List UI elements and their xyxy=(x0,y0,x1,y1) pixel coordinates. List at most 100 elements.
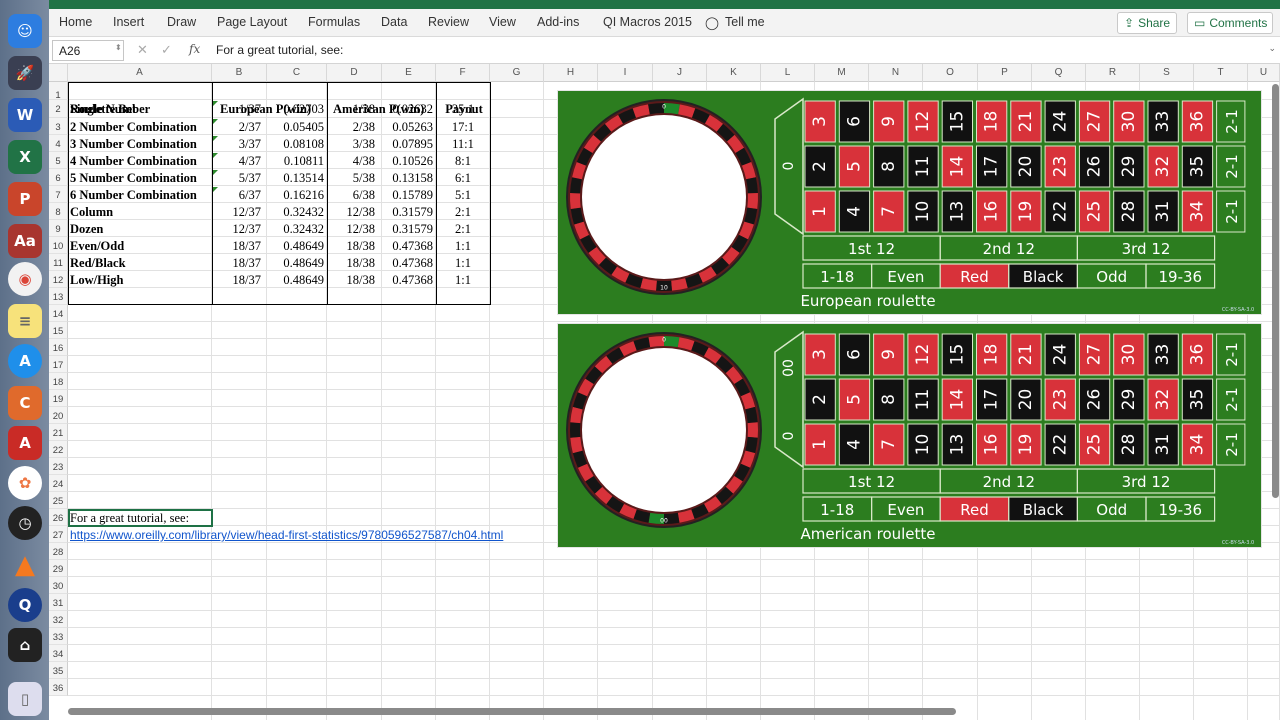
hyperlink-a27[interactable]: https://www.oreilly.com/library/view/hea… xyxy=(70,527,550,543)
column-header-d[interactable]: D xyxy=(327,64,382,82)
row-header-7[interactable]: 7 xyxy=(49,186,68,203)
enter-icon[interactable]: ✓ xyxy=(161,42,172,58)
dictionary-icon[interactable]: Aa xyxy=(8,224,42,258)
horizontal-scrollbar[interactable] xyxy=(68,708,956,715)
row-header-24[interactable]: 24 xyxy=(49,475,68,492)
row-header-21[interactable]: 21 xyxy=(49,424,68,441)
row-header-20[interactable]: 20 xyxy=(49,407,68,424)
tab-insert[interactable]: Insert xyxy=(113,15,144,29)
eu-prob-cell[interactable]: 0.16216 xyxy=(267,187,324,203)
row-header-33[interactable]: 33 xyxy=(49,628,68,645)
bet-name-cell[interactable]: 6 Number Combination xyxy=(70,187,212,203)
am-prob-cell[interactable]: 0.47368 xyxy=(382,272,433,288)
photos-icon[interactable]: ✿ xyxy=(8,466,42,500)
am-fraction-cell[interactable]: 18/38 xyxy=(327,272,375,288)
notes-icon[interactable]: ≡ xyxy=(8,304,42,338)
row-header-36[interactable]: 36 xyxy=(49,679,68,696)
payout-cell[interactable]: 11:1 xyxy=(436,136,490,152)
eu-prob-cell[interactable]: 0.48649 xyxy=(267,272,324,288)
column-header-a[interactable]: A xyxy=(68,64,212,82)
eu-prob-cell[interactable]: 0.48649 xyxy=(267,238,324,254)
tab-qi-macros[interactable]: QI Macros 2015 xyxy=(603,15,692,29)
row-header-15[interactable]: 15 xyxy=(49,322,68,339)
comments-button[interactable]: ▭ Comments xyxy=(1187,12,1273,34)
share-button[interactable]: ⇪ Share xyxy=(1117,12,1177,34)
am-prob-cell[interactable]: 0.15789 xyxy=(382,187,433,203)
eu-fraction-cell[interactable]: 2/37 xyxy=(212,119,261,135)
row-header-12[interactable]: 12 xyxy=(49,271,68,288)
row-header-18[interactable]: 18 xyxy=(49,373,68,390)
am-fraction-cell[interactable]: 5/38 xyxy=(327,170,375,186)
column-header-m[interactable]: M xyxy=(815,64,869,82)
row-header-29[interactable]: 29 xyxy=(49,560,68,577)
payout-cell[interactable]: 1:1 xyxy=(436,272,490,288)
app-store-icon[interactable]: A xyxy=(8,344,42,378)
eu-prob-cell[interactable]: 0.10811 xyxy=(267,153,324,169)
row-header-17[interactable]: 17 xyxy=(49,356,68,373)
row-header-9[interactable]: 9 xyxy=(49,220,68,237)
column-header-t[interactable]: T xyxy=(1194,64,1248,82)
row-header-35[interactable]: 35 xyxy=(49,662,68,679)
column-header-r[interactable]: R xyxy=(1086,64,1140,82)
tab-home[interactable]: Home xyxy=(59,15,92,29)
eu-fraction-cell[interactable]: 6/37 xyxy=(212,187,261,203)
eu-prob-cell[interactable]: 0.13514 xyxy=(267,170,324,186)
column-header-g[interactable]: G xyxy=(490,64,544,82)
am-fraction-cell[interactable]: 18/38 xyxy=(327,255,375,271)
payout-cell[interactable]: 17:1 xyxy=(436,119,490,135)
am-fraction-cell[interactable]: 1/38 xyxy=(327,101,375,117)
eu-fraction-cell[interactable]: 18/37 xyxy=(212,272,261,288)
formula-input[interactable]: For a great tutorial, see: xyxy=(216,43,343,57)
am-prob-cell[interactable]: 0.05263 xyxy=(382,119,433,135)
wifi-lock-icon[interactable]: ⌂ xyxy=(8,628,42,662)
excel-icon[interactable]: X xyxy=(8,140,42,174)
trash-icon[interactable]: ▯ xyxy=(8,682,42,716)
am-prob-cell[interactable]: 0.31579 xyxy=(382,221,433,237)
finder-icon[interactable]: ☺ xyxy=(8,14,42,48)
row-header-3[interactable]: 3 xyxy=(49,118,68,135)
name-box[interactable]: A26 xyxy=(52,40,124,61)
am-fraction-cell[interactable]: 12/38 xyxy=(327,204,375,220)
am-prob-cell[interactable]: 0.02632 xyxy=(382,101,433,117)
row-header-25[interactable]: 25 xyxy=(49,492,68,509)
row-header-19[interactable]: 19 xyxy=(49,390,68,407)
row-header-14[interactable]: 14 xyxy=(49,305,68,322)
column-header-j[interactable]: J xyxy=(653,64,707,82)
expand-formula-icon[interactable]: ⌄ xyxy=(1268,43,1276,54)
acrobat-icon[interactable]: A xyxy=(8,426,42,460)
bet-name-cell[interactable]: Dozen xyxy=(70,221,212,237)
am-prob-cell[interactable]: 0.47368 xyxy=(382,238,433,254)
tab-formulas[interactable]: Formulas xyxy=(308,15,360,29)
tab-view[interactable]: View xyxy=(489,15,516,29)
select-all-corner[interactable] xyxy=(49,64,68,82)
row-header-16[interactable]: 16 xyxy=(49,339,68,356)
quicktime-icon[interactable]: Q xyxy=(8,588,42,622)
eu-prob-cell[interactable]: 0.48649 xyxy=(267,255,324,271)
row-header-1[interactable]: 1 xyxy=(49,82,68,101)
payout-cell[interactable]: 2:1 xyxy=(436,221,490,237)
column-header-p[interactable]: P xyxy=(978,64,1032,82)
payout-cell[interactable]: 5:1 xyxy=(436,187,490,203)
row-header-4[interactable]: 4 xyxy=(49,135,68,152)
column-header-s[interactable]: S xyxy=(1140,64,1194,82)
am-prob-cell[interactable]: 0.13158 xyxy=(382,170,433,186)
bet-name-cell[interactable]: 5 Number Combination xyxy=(70,170,212,186)
am-prob-cell[interactable]: 0.07895 xyxy=(382,136,433,152)
bet-name-cell[interactable]: Column xyxy=(70,204,212,220)
am-fraction-cell[interactable]: 2/38 xyxy=(327,119,375,135)
name-box-stepper-icon[interactable]: ⬍ xyxy=(115,43,122,52)
column-header-l[interactable]: L xyxy=(761,64,815,82)
eu-fraction-cell[interactable]: 12/37 xyxy=(212,204,261,220)
eu-prob-cell[interactable]: 0.32432 xyxy=(267,221,324,237)
am-prob-cell[interactable]: 0.10526 xyxy=(382,153,433,169)
chrome-icon[interactable]: ◉ xyxy=(8,262,42,296)
am-fraction-cell[interactable]: 18/38 xyxy=(327,238,375,254)
am-prob-cell[interactable]: 0.31579 xyxy=(382,204,433,220)
payout-cell[interactable]: 2:1 xyxy=(436,204,490,220)
tab-draw[interactable]: Draw xyxy=(167,15,196,29)
cancel-icon[interactable]: ✕ xyxy=(137,42,148,58)
column-header-n[interactable]: N xyxy=(869,64,923,82)
row-header-8[interactable]: 8 xyxy=(49,203,68,220)
payout-cell[interactable]: 8:1 xyxy=(436,153,490,169)
fx-button[interactable]: fx xyxy=(189,42,200,56)
